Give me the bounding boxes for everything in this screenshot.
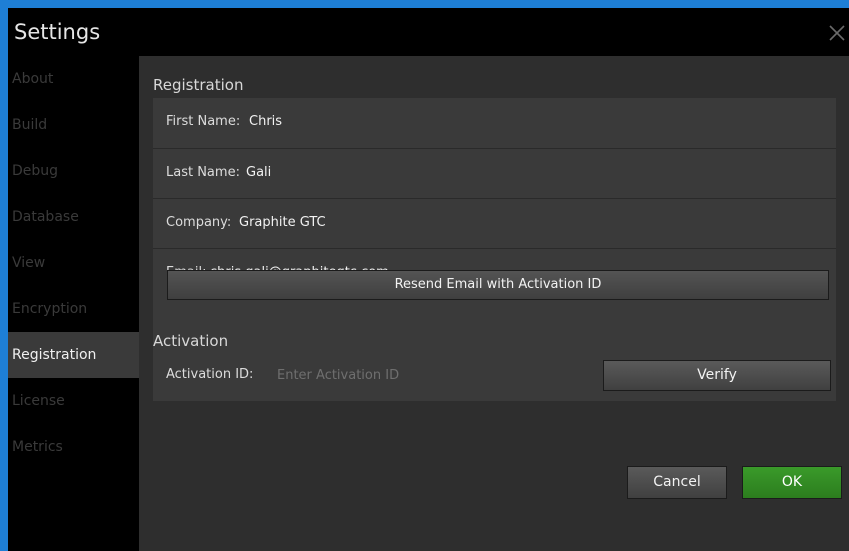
settings-window: Settings About Build Debug Database View… [8, 8, 849, 551]
sidebar-item-metrics[interactable]: Metrics [8, 424, 139, 470]
title-bar: Settings [8, 8, 849, 56]
email-row: Email: chris.gali@graphitegtc.com [153, 248, 836, 352]
activation-id-label: Activation ID: [166, 367, 254, 382]
first-name-value: Chris [249, 114, 283, 129]
settings-sidebar: About Build Debug Database View Encrypti… [8, 56, 139, 551]
activation-id-input[interactable] [277, 361, 587, 389]
close-icon[interactable] [827, 23, 847, 43]
sidebar-item-license[interactable]: License [8, 378, 139, 424]
registration-section-title: Registration [153, 76, 244, 94]
activation-section-title: Activation [153, 332, 229, 350]
cancel-button[interactable]: Cancel [627, 466, 727, 499]
sidebar-item-debug[interactable]: Debug [8, 148, 139, 194]
last-name-row: Last Name: Gali [153, 148, 836, 198]
last-name-label: Last Name: [166, 165, 240, 180]
sidebar-item-registration[interactable]: Registration [8, 332, 139, 378]
first-name-label: First Name: [166, 114, 241, 129]
sidebar-item-build[interactable]: Build [8, 102, 139, 148]
last-name-value: Gali [246, 165, 272, 180]
first-name-row: First Name: Chris [153, 98, 836, 148]
resend-activation-email-button[interactable]: Resend Email with Activation ID [167, 270, 829, 300]
activation-row: Activation ID: Verify [153, 350, 836, 401]
window-title: Settings [14, 20, 101, 44]
verify-button[interactable]: Verify [603, 360, 831, 391]
company-row: Company: Graphite GTC [153, 198, 836, 248]
company-value: Graphite GTC [239, 215, 326, 230]
settings-content: Registration First Name: Chris Last Name… [139, 56, 849, 551]
ok-button[interactable]: OK [742, 466, 842, 499]
sidebar-item-about[interactable]: About [8, 56, 139, 102]
sidebar-item-database[interactable]: Database [8, 194, 139, 240]
sidebar-item-view[interactable]: View [8, 240, 139, 286]
company-label: Company: [166, 215, 232, 230]
sidebar-item-encryption[interactable]: Encryption [8, 286, 139, 332]
